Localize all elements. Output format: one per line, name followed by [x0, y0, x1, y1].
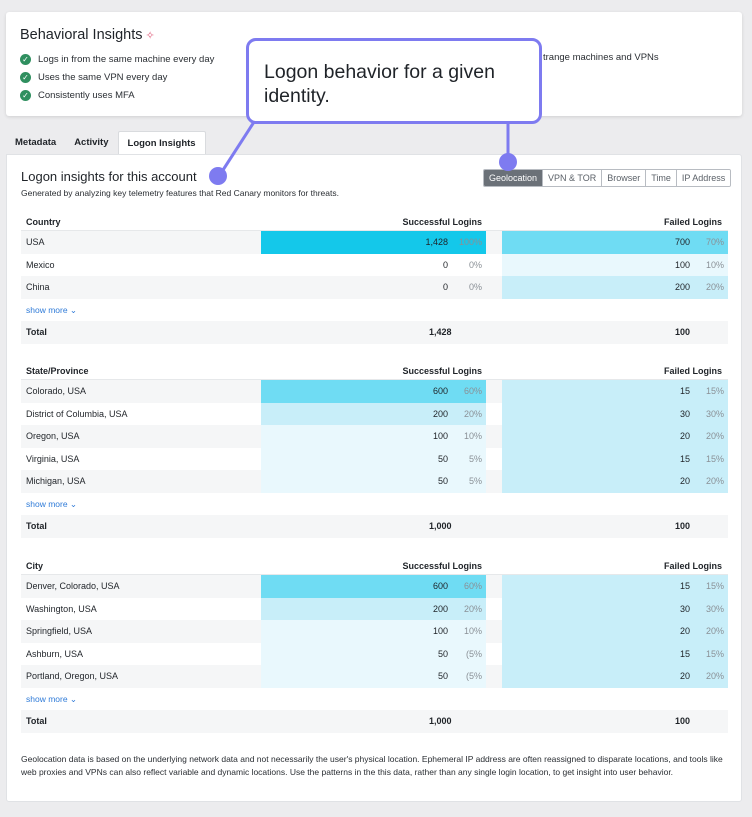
callout-box: Logon behavior for a given identity. — [246, 38, 542, 124]
callout-anchor-dot — [209, 167, 227, 185]
callout-anchor-dot — [499, 153, 517, 171]
callout-connector-line — [221, 121, 256, 171]
